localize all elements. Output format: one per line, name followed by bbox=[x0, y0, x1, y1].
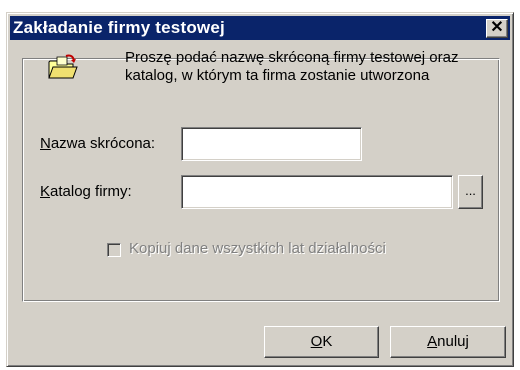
instruction-text: Proszę podać nazwę skróconą firmy testow… bbox=[125, 49, 459, 84]
cancel-accel: A bbox=[427, 333, 438, 350]
directory-accel: K bbox=[40, 183, 51, 200]
directory-input[interactable] bbox=[181, 175, 453, 209]
ok-label-text: K bbox=[322, 333, 333, 350]
close-button[interactable]: ✕ bbox=[486, 19, 508, 38]
short-name-label-text: azwa skrócona: bbox=[50, 135, 156, 152]
copy-all-years-checkbox[interactable] bbox=[107, 243, 121, 257]
short-name-label: Nazwa skrócona: bbox=[40, 135, 155, 152]
close-icon: ✕ bbox=[490, 19, 504, 36]
directory-label: Katalog firmy: bbox=[40, 183, 132, 200]
folder-new-icon bbox=[48, 54, 78, 79]
directory-label-text: atalog firmy: bbox=[50, 183, 132, 200]
cancel-button[interactable]: Anuluj bbox=[390, 326, 506, 358]
dialog-window: Zakładanie firmy testowej ✕ Proszę podać… bbox=[6, 12, 514, 367]
ok-accel: O bbox=[310, 333, 323, 350]
copy-all-years-label: Kopiuj dane wszystkich lat działalności bbox=[129, 240, 386, 257]
browse-button[interactable]: ... bbox=[458, 175, 483, 209]
cancel-label-text: nuluj bbox=[437, 333, 469, 350]
title-bar[interactable]: Zakładanie firmy testowej ✕ bbox=[10, 16, 510, 40]
short-name-accel: N bbox=[40, 135, 51, 152]
short-name-input[interactable] bbox=[181, 127, 362, 161]
dialog-title: Zakładanie firmy testowej bbox=[13, 18, 225, 37]
ok-button[interactable]: OK bbox=[264, 326, 379, 358]
